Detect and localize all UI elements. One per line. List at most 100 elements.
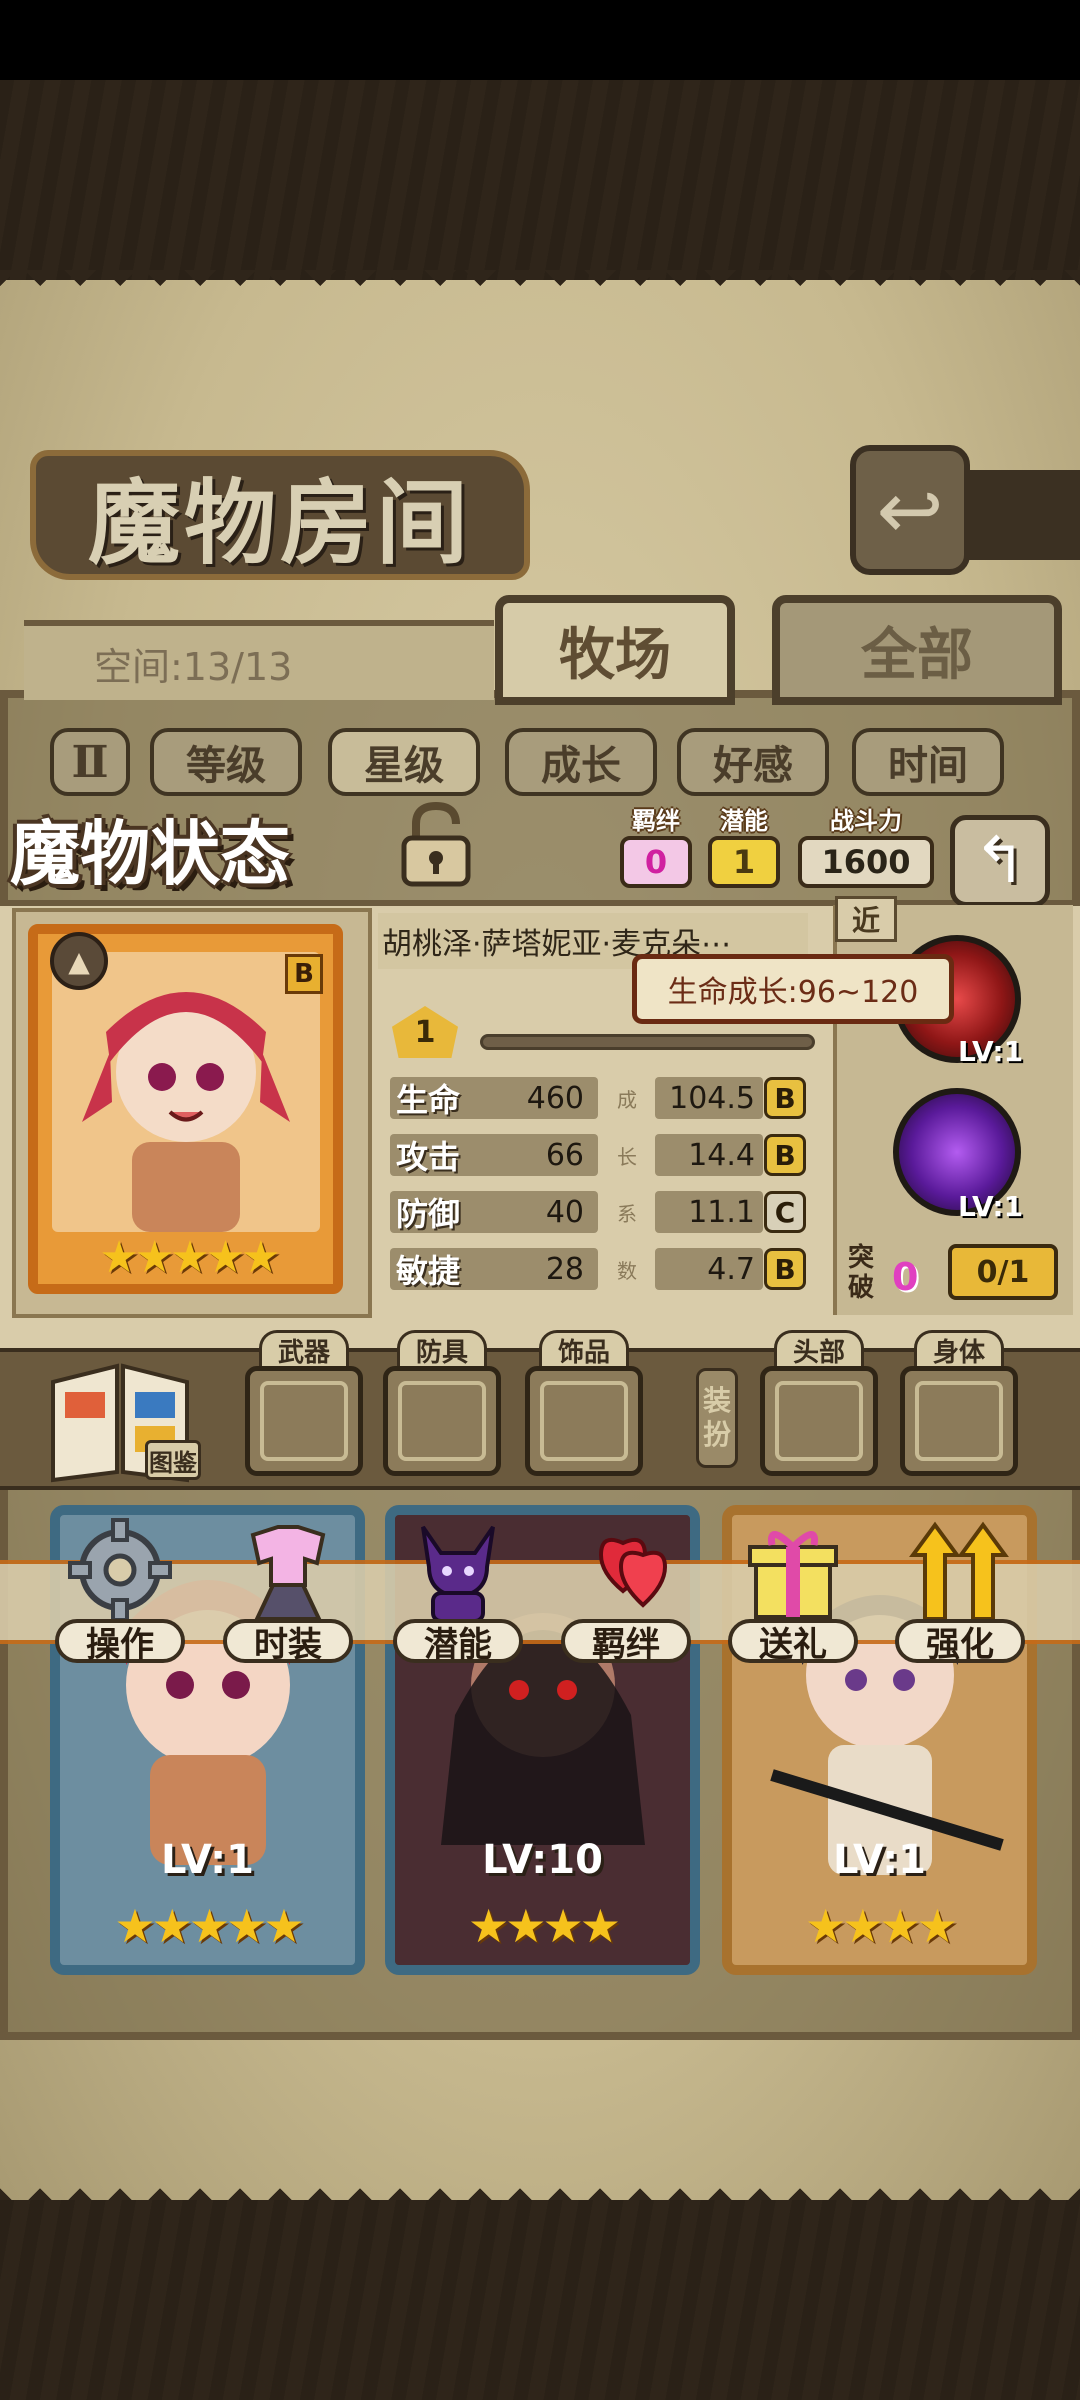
grade-defense: C (764, 1191, 806, 1233)
power-badge-value: 1600 (798, 836, 934, 888)
slot-accessory-label: 饰品 (539, 1330, 629, 1368)
sort-order-toggle[interactable]: Ⅱ (50, 728, 130, 796)
slot-weapon-box[interactable] (245, 1366, 363, 1476)
return-arrow-icon: ↰ (973, 824, 1027, 898)
bond-button[interactable]: 羁绊 (556, 1515, 696, 1675)
top-background (0, 80, 1080, 280)
roster-card-level: LV:1 (833, 1837, 926, 1883)
skill-level: LV:1 (958, 1190, 1024, 1223)
stat-value-attack: 66 (545, 1137, 584, 1173)
gear-icon (65, 1515, 175, 1625)
sort-star-button[interactable]: 星级 (328, 728, 480, 796)
grade-attack: B (764, 1134, 806, 1176)
bottom-background (0, 2200, 1080, 2400)
torn-edge-top (0, 270, 1080, 294)
slot-head-label: 头部 (774, 1330, 864, 1368)
hearts-icon (571, 1515, 681, 1625)
outfit-icon (233, 1515, 343, 1625)
growth-tooltip: 生命成长:96~120 (632, 954, 954, 1024)
coef-char: 系 (617, 1201, 637, 1226)
roster-card-level: LV:10 (482, 1837, 603, 1883)
slot-weapon-label: 武器 (259, 1330, 349, 1368)
enhance-button[interactable]: 强化 (890, 1515, 1030, 1675)
potential-button[interactable]: 潜能 (388, 1515, 528, 1675)
enhance-label: 强化 (895, 1619, 1025, 1665)
monster-portrait (52, 952, 320, 1232)
slot-body-label: 身体 (914, 1330, 1004, 1368)
gift-label: 送礼 (728, 1619, 858, 1665)
slot-accessory-box[interactable] (525, 1366, 643, 1476)
upgrade-arrows-icon (905, 1515, 1015, 1625)
roster-card-stars: ★★★★ (805, 1899, 958, 1953)
coef-value-attack[interactable]: 14.4 (655, 1134, 763, 1176)
grade-agility: B (764, 1248, 806, 1290)
status-title: 魔物状态 (10, 811, 290, 895)
bond-badge-label: 羁绊 (632, 807, 680, 835)
slot-body-box[interactable] (900, 1366, 1018, 1476)
sort-time-button[interactable]: 时间 (852, 728, 1004, 796)
stat-value-hp: 460 (526, 1080, 584, 1116)
potential-badge-value: 1 (708, 836, 780, 888)
potential-badge: 潜能 1 (708, 808, 780, 890)
power-badge-label: 战斗力 (830, 807, 902, 835)
slot-accessory[interactable]: 饰品 (525, 1330, 643, 1480)
return-arrow-icon: ↩ (876, 463, 944, 557)
coef-char: 数 (617, 1258, 637, 1283)
coef-value-defense[interactable]: 11.1 (655, 1191, 763, 1233)
skill-level: LV:1 (958, 1035, 1024, 1068)
bond-label: 羁绊 (561, 1619, 691, 1665)
tab-ranch[interactable]: 牧场 (495, 595, 735, 705)
class-icon: ▲ (50, 932, 108, 990)
bond-badge-value: 0 (620, 836, 692, 888)
exp-bar (480, 1034, 815, 1050)
slot-head-box[interactable] (760, 1366, 878, 1476)
tab-all[interactable]: 全部 (772, 595, 1062, 705)
coef-char: 长 (617, 1144, 637, 1169)
coef-char: 成 (617, 1087, 637, 1112)
dress-up-label: 装扮 (696, 1368, 738, 1468)
rank-badge: B (285, 954, 323, 994)
roster-card-stars: ★★★★★ (114, 1899, 304, 1953)
stat-value-defense: 40 (545, 1194, 584, 1230)
potential-badge-label: 潜能 (720, 807, 768, 835)
operate-button[interactable]: 操作 (50, 1515, 190, 1675)
monster-stars: ★★★★★ (99, 1232, 280, 1283)
storage-space: 空间:13/13 (24, 620, 494, 700)
sort-growth-button[interactable]: 成长 (505, 728, 657, 796)
outfit-label: 时装 (223, 1619, 353, 1665)
lock-icon[interactable] (392, 800, 480, 890)
outfit-button[interactable]: 时装 (218, 1515, 358, 1675)
power-badge: 战斗力 1600 (798, 808, 934, 890)
slot-head[interactable]: 头部 (760, 1330, 878, 1480)
slot-weapon[interactable]: 武器 (245, 1330, 363, 1480)
bond-badge: 羁绊 0 (620, 808, 692, 890)
coef-value-hp[interactable]: 104.5 (655, 1077, 763, 1119)
coef-value-agility[interactable]: 4.7 (655, 1248, 763, 1290)
back-button[interactable]: ↩ (850, 445, 970, 575)
sort-affection-button[interactable]: 好感 (677, 728, 829, 796)
range-tag: 近 (835, 896, 897, 942)
roster-card-stars: ★★★★ (468, 1899, 621, 1953)
roster-card-level: LV:1 (161, 1837, 254, 1883)
stat-value-agility: 28 (545, 1251, 584, 1287)
page-title: 魔物房间 (30, 450, 530, 580)
slot-armor-box[interactable] (383, 1366, 501, 1476)
grade-hp: B (764, 1077, 806, 1119)
breakthrough-count: 0 (892, 1255, 919, 1299)
storage-space-text: 空间:13/13 (94, 644, 293, 689)
back-rail (960, 470, 1080, 560)
slot-armor[interactable]: 防具 (383, 1330, 501, 1480)
page-title-text: 魔物房间 (87, 468, 472, 577)
gift-icon (738, 1515, 848, 1625)
gift-button[interactable]: 送礼 (723, 1515, 863, 1675)
operate-label: 操作 (55, 1619, 185, 1665)
slot-body[interactable]: 身体 (900, 1330, 1018, 1480)
codex-label: 图鉴 (145, 1440, 201, 1480)
devil-silhouette-icon (403, 1515, 513, 1625)
breakthrough-label: 突破 (848, 1243, 875, 1303)
breakthrough-progress[interactable]: 0/1 (948, 1244, 1058, 1300)
slot-armor-label: 防具 (397, 1330, 487, 1368)
sort-level-button[interactable]: 等级 (150, 728, 302, 796)
close-status-button[interactable]: ↰ (950, 815, 1050, 907)
potential-label: 潜能 (393, 1619, 523, 1665)
